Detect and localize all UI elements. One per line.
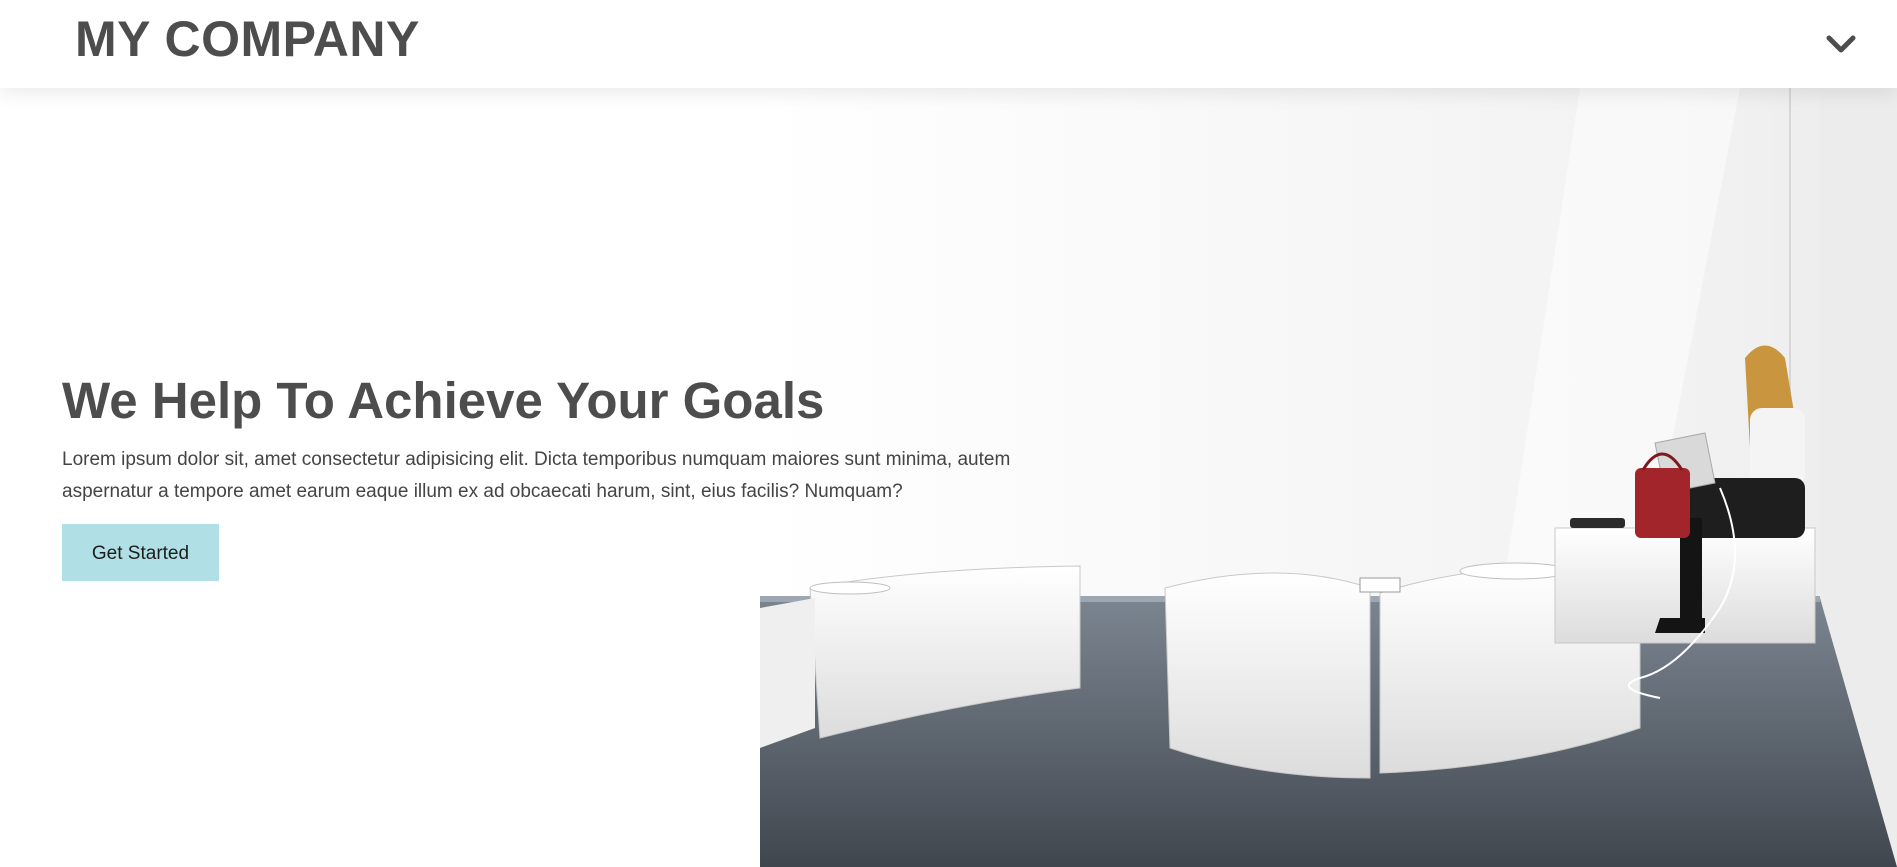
hero-section: We Help To Achieve Your Goals Lorem ipsu… [0,88,1897,867]
hero-content: We Help To Achieve Your Goals Lorem ipsu… [62,370,1082,581]
chevron-down-icon [1826,35,1856,53]
hero-headline: We Help To Achieve Your Goals [62,372,825,429]
menu-toggle-button[interactable] [1821,26,1861,60]
get-started-button[interactable]: Get Started [62,524,219,581]
hero-description: Lorem ipsum dolor sit, amet consectetur … [62,449,1011,502]
navbar: MY COMPANY [0,0,1897,88]
brand-logo[interactable]: MY COMPANY [75,10,420,68]
